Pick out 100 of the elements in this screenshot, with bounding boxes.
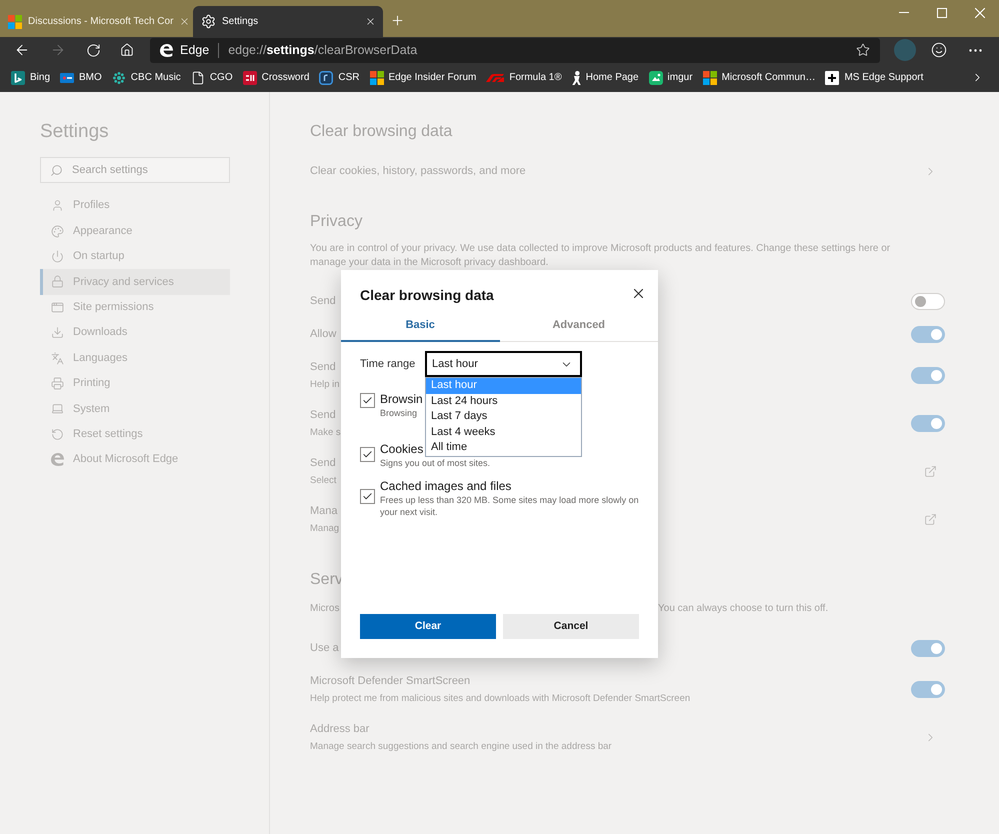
section-heading: Serv: [310, 570, 343, 590]
setting-description: Select: [310, 474, 336, 486]
toggle-switch[interactable]: [911, 366, 945, 384]
search-field[interactable]: Search settings: [40, 157, 230, 183]
download-icon: [51, 326, 64, 340]
setting-title: Allow: [310, 327, 336, 342]
refresh-icon: [86, 42, 100, 58]
browser-tab[interactable]: Discussions - Microsoft Tech Cor: [0, 6, 193, 37]
laptop-icon: [51, 402, 64, 416]
star-icon: [856, 43, 870, 57]
section-description: You can always choose to turn this off.: [658, 602, 828, 616]
swoosh-logo-icon: [486, 74, 504, 82]
checkbox-title: Browsin: [380, 392, 423, 407]
bookmark[interactable]: CSR: [316, 66, 363, 90]
bookmark[interactable]: CBC Music: [108, 66, 184, 90]
four-squares-icon: [370, 70, 384, 84]
checkbox[interactable]: [360, 447, 375, 462]
close-icon: [634, 288, 642, 298]
dialog-title: Clear browsing data: [360, 286, 494, 305]
power-icon: [51, 250, 64, 263]
e-logo-icon: [51, 453, 64, 466]
rounded-square-icon: [319, 70, 334, 84]
toggle-switch[interactable]: [911, 326, 945, 343]
setting-description: Manage search suggestions and search engine used in the address bar: [310, 740, 612, 752]
forward-arrow-icon: [50, 42, 66, 58]
time-range-select[interactable]: Last hour: [425, 351, 582, 377]
language-icon: [51, 352, 64, 365]
setting-description: Manag: [310, 522, 340, 534]
check-icon: [362, 491, 373, 502]
toggle-switch[interactable]: [911, 414, 945, 432]
setting-title: Send: [310, 294, 336, 309]
bookmark[interactable]: Crossword: [240, 66, 312, 90]
close-icon[interactable]: [365, 16, 376, 27]
dots-logo-icon: [112, 70, 126, 84]
checkbox-description: Browsing: [380, 407, 418, 419]
bookmark[interactable]: Microsoft Commun…: [700, 66, 818, 90]
check-icon: [362, 395, 373, 406]
close-icon: [975, 8, 985, 18]
checkbox-description: Frees up less than 320 MB. Some sites may load more slowly on your next visit.: [380, 494, 640, 518]
settings-icon: [201, 14, 216, 29]
search-icon: [50, 164, 63, 176]
circular-arrow-icon: [51, 428, 64, 441]
dialog-tab[interactable]: Basic: [341, 310, 500, 342]
bookmark[interactable]: Edge Insider Forum: [366, 66, 480, 90]
plus-icon: [825, 70, 840, 84]
dropdown-option[interactable]: Last 7 days: [426, 409, 581, 424]
setting-description: Make s: [310, 426, 341, 438]
dropdown-option[interactable]: Last 4 weeks: [426, 424, 581, 440]
maximize-icon: [937, 8, 947, 18]
b-logo-icon: [11, 70, 25, 84]
clear-button[interactable]: Clear: [360, 614, 496, 639]
setting-title: Microsoft Defender SmartScreen: [310, 674, 470, 688]
cancel-button[interactable]: Cancel: [503, 614, 639, 639]
setting-title: Send: [310, 360, 336, 374]
checkbox[interactable]: [360, 393, 375, 408]
toggle-switch[interactable]: [911, 293, 945, 310]
bookmark[interactable]: Formula 1®: [483, 66, 565, 90]
bookmark[interactable]: Bing: [8, 66, 54, 90]
bookmark[interactable]: Home Page: [568, 66, 642, 90]
browser-tab[interactable]: Settings: [193, 6, 383, 37]
lock-icon: [51, 275, 64, 288]
four-squares-icon: [8, 14, 22, 28]
e-logo-icon: [160, 44, 173, 56]
more-icon: [968, 48, 982, 52]
image-icon: [648, 70, 663, 84]
checkbox-title: Cookies: [380, 442, 424, 457]
palette-icon: [51, 224, 64, 238]
four-squares-icon: [702, 70, 717, 84]
bookmark[interactable]: imgur: [646, 66, 696, 90]
section-heading: Clear browsing data: [310, 122, 452, 142]
setting-title: Send: [310, 456, 336, 470]
bookmark[interactable]: CGO: [188, 66, 236, 90]
window-icon: [51, 300, 64, 314]
setting-title: Mana: [310, 504, 338, 518]
dropdown-option[interactable]: All time: [426, 440, 581, 456]
card-icon: [60, 72, 74, 82]
dropdown-option[interactable]: Last 24 hours: [426, 394, 581, 409]
sidebar-title: Settings: [40, 120, 109, 144]
setting-description: Help protect me from malicious sites and downloads with Microsoft Defender SmartScreen: [310, 692, 690, 704]
smiley-icon: [931, 42, 947, 58]
setting-title: Address bar: [310, 722, 370, 736]
section-heading: Privacy: [310, 212, 362, 232]
bookmark[interactable]: BMO: [57, 66, 105, 90]
home-icon: [120, 43, 134, 57]
toggle-switch[interactable]: [911, 640, 945, 657]
toggle-switch[interactable]: [911, 680, 945, 698]
setting-title: Send: [310, 408, 336, 422]
url-text: edge://settings/clearBrowserData: [228, 42, 418, 59]
section-description: Micros: [310, 602, 340, 616]
checkbox-title: Cached images and files: [380, 479, 512, 494]
setting-description: Help in: [310, 378, 340, 390]
checkbox-description: Signs you out of most sites.: [380, 457, 490, 469]
figure-icon: [572, 70, 581, 84]
checkbox[interactable]: [360, 489, 375, 504]
bookmark[interactable]: MS Edge Support: [822, 66, 926, 90]
site-label: Edge: [180, 42, 210, 59]
printer-icon: [51, 376, 64, 390]
person-icon: [51, 199, 64, 212]
minimize-icon: [899, 12, 909, 13]
address-bar[interactable]: Edge edge://settings/clearBrowserData: [150, 38, 880, 62]
